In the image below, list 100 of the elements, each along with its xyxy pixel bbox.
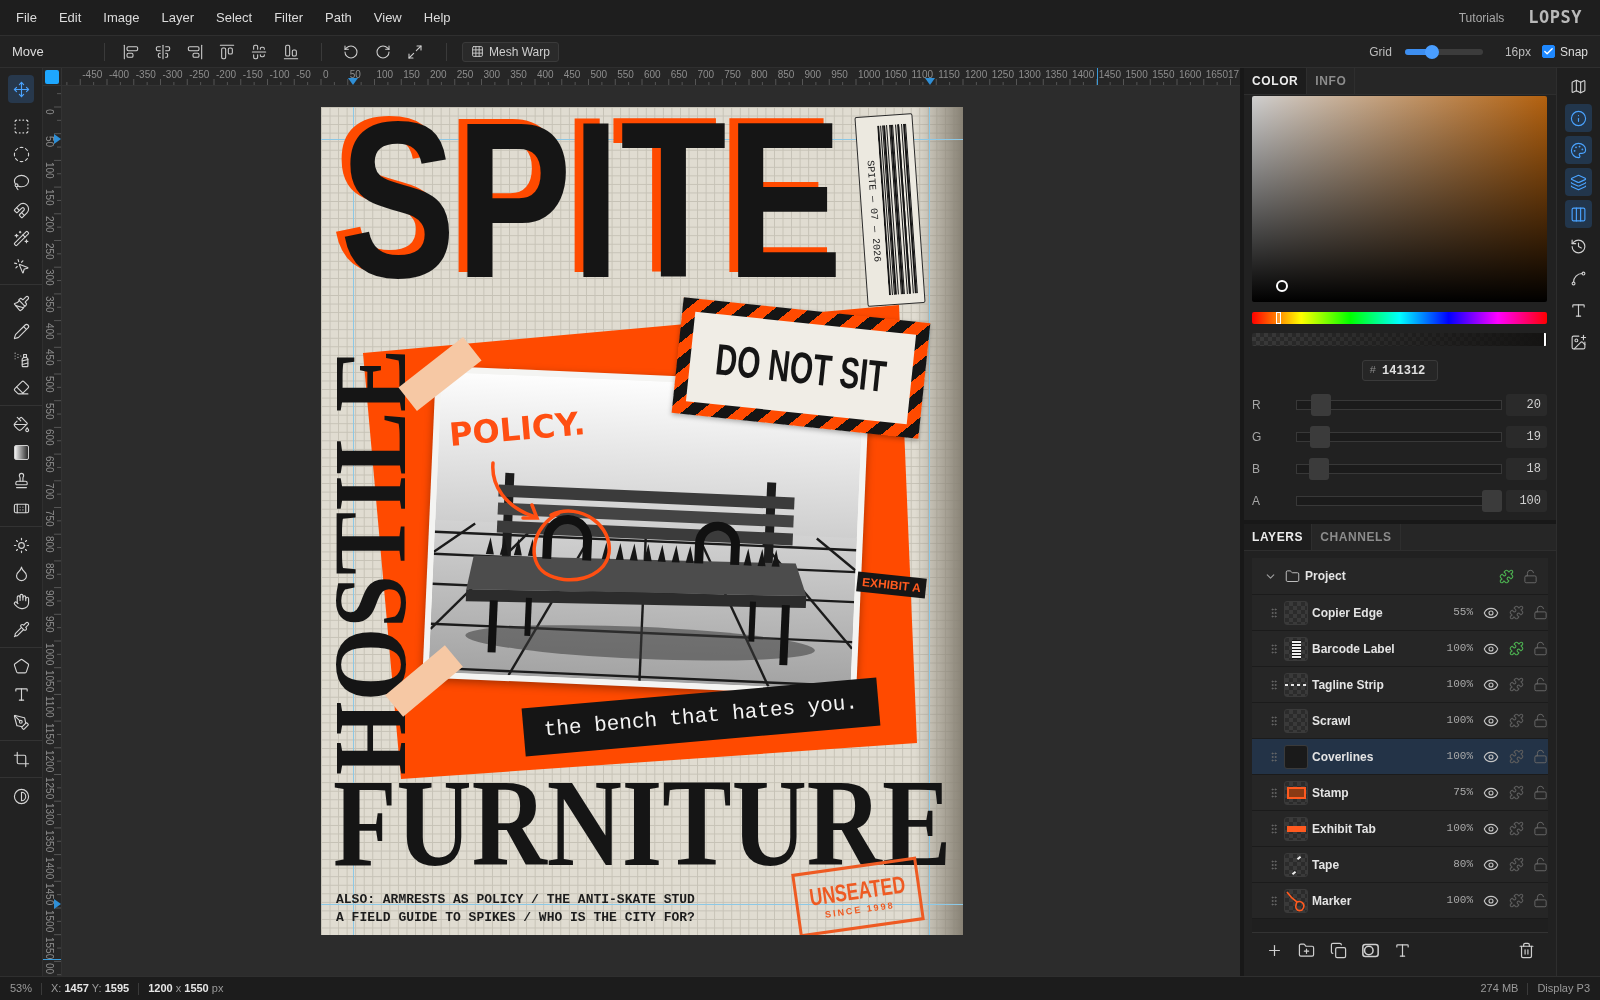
drag-handle-icon[interactable] — [1268, 786, 1280, 799]
drag-handle-icon[interactable] — [1268, 606, 1280, 619]
memory-usage: 274 MB — [1480, 981, 1519, 997]
layer-row[interactable]: Stamp 75% — [1252, 775, 1548, 811]
slider-thumb[interactable] — [1425, 44, 1440, 59]
pencil-icon — [12, 322, 30, 340]
grid-slider-track[interactable] — [1404, 44, 1483, 59]
channel-value-field[interactable]: 20 — [1506, 394, 1547, 416]
ruler-label: -50 — [296, 69, 311, 80]
alpha-slider[interactable] — [1252, 333, 1547, 346]
layer-row[interactable]: Tape 80% — [1252, 847, 1548, 883]
menu-item[interactable]: Image — [92, 3, 151, 32]
tool-button[interactable] — [8, 75, 34, 103]
ruler-label: 800 — [751, 69, 768, 80]
cursor-position-line — [43, 959, 61, 960]
puzzle-icon[interactable] — [1509, 641, 1524, 656]
menu-item[interactable]: Filter — [263, 3, 315, 32]
channel-value-field[interactable]: 19 — [1506, 426, 1547, 448]
mask-icon[interactable] — [1362, 942, 1379, 959]
dock-button[interactable] — [1565, 168, 1592, 196]
history-icon — [1570, 237, 1587, 255]
panel-tab[interactable]: LAYERS — [1244, 524, 1313, 550]
snap-checkbox[interactable] — [1541, 45, 1555, 58]
hex-input[interactable]: # 141312 — [1361, 360, 1438, 381]
add-icon[interactable] — [1266, 942, 1283, 959]
masthead-title: SPITE — [338, 107, 843, 290]
layer-row[interactable]: Scrawl 100% — [1252, 703, 1548, 739]
channel-slider-track[interactable] — [1296, 394, 1502, 416]
layer-group-row[interactable]: Project — [1252, 558, 1548, 595]
drag-handle-icon[interactable] — [1268, 822, 1280, 835]
ruler-label: 400 — [537, 69, 554, 80]
layer-thumbnail — [1284, 780, 1308, 805]
ruler-label: 1200 — [965, 69, 988, 80]
layer-row[interactable]: Exhibit Tab 100% — [1252, 811, 1548, 847]
slider-thumb[interactable] — [1310, 394, 1331, 416]
align-right-icon[interactable] — [187, 43, 203, 60]
align-left-icon[interactable] — [123, 43, 139, 60]
trash-icon[interactable] — [1518, 942, 1535, 959]
layer-row[interactable]: Marker 100% — [1252, 883, 1548, 919]
menu-item[interactable]: View — [362, 3, 413, 32]
tutorials-link[interactable]: Tutorials — [1458, 8, 1505, 27]
expand-icon[interactable] — [407, 43, 423, 60]
hue-slider-handle[interactable] — [1276, 312, 1282, 324]
alpha-slider-handle[interactable] — [1544, 333, 1546, 346]
rotate-left-icon[interactable] — [343, 43, 359, 60]
ruler-label: 700 — [697, 69, 715, 80]
drag-handle-icon[interactable] — [1268, 750, 1280, 763]
drag-handle-icon[interactable] — [1268, 858, 1280, 871]
rotate-right-icon[interactable] — [375, 43, 391, 60]
dock-button[interactable] — [1565, 104, 1592, 132]
channel-slider-track[interactable] — [1296, 458, 1502, 480]
align-bottom-icon[interactable] — [283, 43, 299, 60]
picker-ring-icon[interactable] — [1275, 279, 1288, 292]
ruler-label: 900 — [804, 69, 822, 80]
channel-slider-track[interactable] — [1296, 426, 1502, 448]
drag-handle-icon[interactable] — [1268, 678, 1280, 691]
puzzle-icon[interactable] — [1499, 568, 1514, 584]
menu-item[interactable]: Edit — [47, 3, 93, 32]
folder-plus-icon[interactable] — [1298, 942, 1315, 959]
ruler-label: 850 — [44, 562, 55, 580]
menu-item[interactable]: Layer — [150, 3, 206, 32]
panel-tab[interactable]: COLOR — [1244, 68, 1308, 94]
ruler-label: 450 — [563, 69, 581, 80]
align-top-icon[interactable] — [219, 43, 235, 60]
menu-item[interactable]: Path — [314, 3, 363, 32]
slider-thumb[interactable] — [1309, 458, 1330, 480]
drag-handle-icon[interactable] — [1268, 642, 1280, 655]
align-middle-icon[interactable] — [251, 43, 267, 60]
slider-thumb[interactable] — [1309, 426, 1330, 448]
text-icon[interactable] — [1394, 942, 1411, 959]
app-logo: LOPSY — [1528, 5, 1582, 29]
ruler-label: 1000 — [858, 69, 881, 80]
ruler-label: 650 — [670, 69, 688, 80]
copy-icon[interactable] — [1330, 942, 1347, 959]
channel-value-field[interactable]: 18 — [1506, 458, 1547, 480]
layer-row[interactable]: Tagline Strip 100% — [1252, 667, 1548, 703]
channel-slider-track[interactable] — [1296, 490, 1502, 512]
dashed-rectangle-icon — [12, 117, 30, 135]
mesh-warp-button[interactable]: Mesh Warp — [462, 41, 559, 62]
layer-row[interactable]: Copier Edge 55% — [1252, 595, 1548, 631]
align-center-icon[interactable] — [155, 43, 171, 60]
layer-row[interactable]: Coverlines 100% — [1252, 739, 1548, 775]
menu-item[interactable]: File — [5, 3, 48, 32]
channel-value-field[interactable]: 100 — [1506, 490, 1547, 512]
channel-label: G — [1252, 429, 1263, 446]
drag-handle-icon[interactable] — [1268, 894, 1280, 907]
ruler-label: 1300 — [44, 803, 55, 826]
dock-button[interactable] — [1565, 200, 1592, 228]
columns-icon — [1570, 205, 1587, 223]
layer-row[interactable]: Barcode Label 100% — [1252, 631, 1548, 667]
slider-thumb[interactable] — [1482, 490, 1502, 512]
menu-item[interactable]: Help — [412, 3, 462, 32]
ruler-label: 700 — [44, 482, 55, 500]
hue-slider[interactable] — [1252, 312, 1547, 324]
drag-handle-icon[interactable] — [1268, 714, 1280, 727]
dock-button[interactable] — [1565, 136, 1592, 164]
color-field[interactable] — [1252, 96, 1547, 302]
hex-value: 141312 — [1382, 362, 1426, 380]
menu-item[interactable]: Select — [205, 3, 264, 32]
layer-opacity: 100% — [1445, 641, 1473, 657]
